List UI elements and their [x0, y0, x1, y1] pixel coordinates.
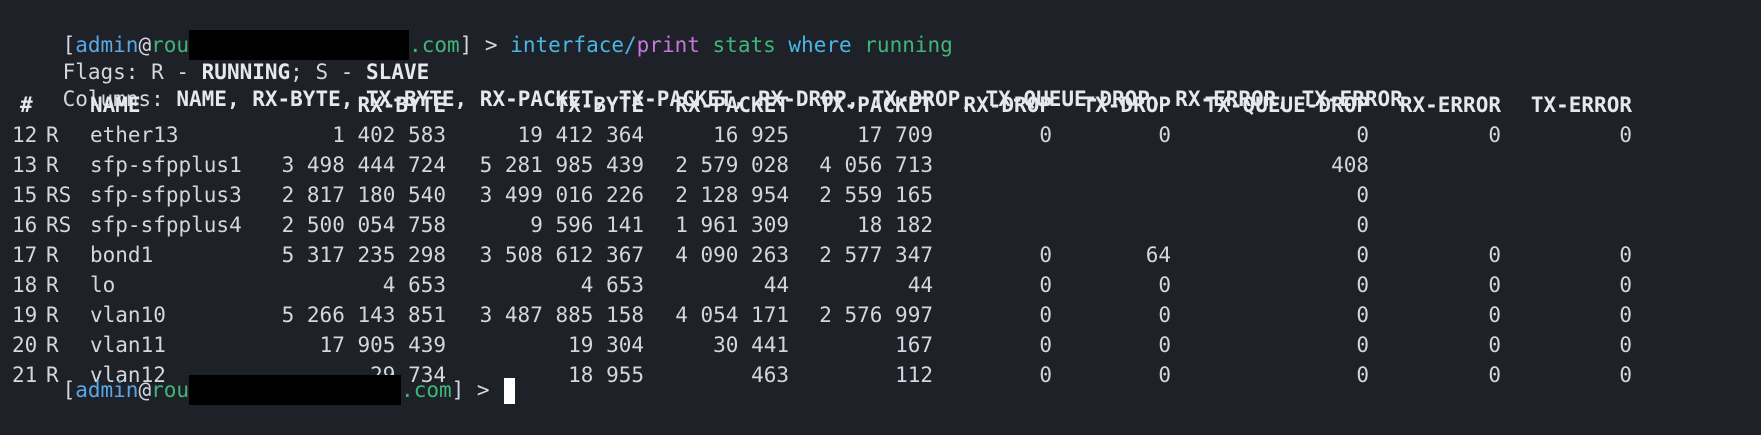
prompt-host-prefix: rou — [151, 378, 190, 402]
cell-tx-error: 0 — [1619, 363, 1632, 387]
cell-num: 18 — [12, 273, 38, 297]
cell-num: 17 — [12, 243, 38, 267]
cell-num: 13 — [12, 153, 38, 177]
cell-flag: R — [46, 243, 59, 267]
flags-line: Flags: R - RUNNING; S - SLAVE — [12, 27, 430, 84]
cell-tx-error: 0 — [1619, 303, 1632, 327]
prompt-user: admin — [75, 378, 139, 402]
cell-tx-error — [1372, 180, 1632, 210]
column-header-number: # — [20, 93, 33, 117]
cell-flag: R — [46, 153, 59, 177]
cell-tx-error: 0 — [1619, 123, 1632, 147]
cell-name: bond1 — [90, 243, 154, 267]
command-line: [admin@rou .com] > interface/print stats … — [12, 0, 953, 60]
cell-name: lo — [90, 273, 116, 297]
cell-flag: RS — [46, 213, 72, 237]
block-cursor-icon[interactable] — [504, 378, 516, 404]
cell-num: 12 — [12, 123, 38, 147]
cell-name: ether13 — [90, 123, 179, 147]
cell-num: 19 — [12, 303, 38, 327]
terminal-window[interactable]: [admin@rou .com] > interface/print stats … — [0, 0, 1761, 418]
cell-flag: R — [46, 123, 59, 147]
cell-tx-error: 0 — [1619, 243, 1632, 267]
column-header-name: NAME — [90, 93, 141, 117]
prompt-line[interactable]: [admin@rou .com] > — [12, 345, 516, 405]
cell-flag: RS — [46, 183, 72, 207]
cell-name: vlan10 — [90, 303, 166, 327]
cell-flag: R — [46, 273, 59, 297]
cell-num: 15 — [12, 183, 38, 207]
column-header-tx-error: TX-ERROR — [1530, 93, 1632, 117]
prompt-host-suffix: .com — [401, 378, 452, 402]
prompt-open-bracket: [ — [62, 378, 76, 402]
prompt-at: @ — [138, 378, 152, 402]
cell-tx-error — [1372, 210, 1632, 240]
cell-tx-error: 0 — [1619, 333, 1632, 357]
redaction-block — [189, 375, 402, 405]
cell-flag: R — [46, 303, 59, 327]
columns-line: Columns: NAME, RX-BYTE, TX-BYTE, RX-PACK… — [12, 54, 1403, 111]
cell-num: 16 — [12, 213, 38, 237]
cell-tx-error — [1372, 150, 1632, 180]
cell-tx-error: 0 — [1619, 273, 1632, 297]
prompt-close: ] > — [451, 378, 490, 402]
